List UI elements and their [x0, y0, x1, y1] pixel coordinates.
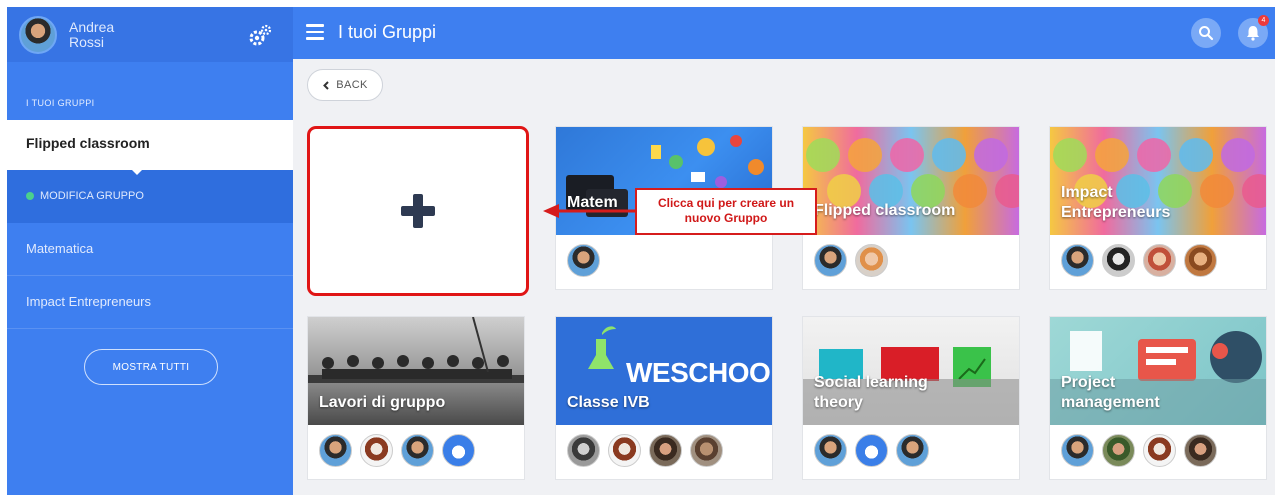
- edit-group-label: MODIFICA GRUPPO: [40, 190, 144, 202]
- app-frame: Andrea Rossi I TUOI GRUPPI Flipped class…: [7, 7, 1275, 495]
- search-icon: [1199, 26, 1214, 41]
- member-avatar: [319, 434, 352, 467]
- group-title: Classe IVB: [567, 394, 650, 411]
- sidebar-item-impact-entrepreneurs[interactable]: Impact Entrepreneurs: [7, 276, 293, 329]
- group-cover: Impact Entrepreneurs: [1050, 127, 1266, 235]
- status-dot-icon: [26, 192, 34, 200]
- member-avatar: [608, 434, 641, 467]
- plus-icon: [401, 194, 435, 228]
- member-avatar: [401, 434, 434, 467]
- callout-line2: nuovo Gruppo: [684, 211, 768, 225]
- settings-gear-icon[interactable]: [248, 24, 272, 48]
- group-title-line1: Social learning: [814, 374, 928, 391]
- sidebar-section-label: I TUOI GRUPPI: [26, 98, 95, 108]
- group-title-line2: theory: [814, 394, 863, 411]
- group-title: Lavori di gruppo: [319, 394, 446, 411]
- member-avatar: [360, 434, 393, 467]
- member-avatar: [567, 244, 600, 277]
- callout-line1: Clicca qui per creare un: [657, 196, 795, 210]
- group-cover: Project management: [1050, 317, 1266, 425]
- back-label: BACK: [336, 79, 368, 91]
- member-avatar: [814, 244, 847, 277]
- member-avatar: [1184, 244, 1217, 277]
- weschool-banner: WESCHOO: [626, 357, 771, 388]
- group-title: Social learning theory: [814, 373, 928, 413]
- menu-icon[interactable]: [306, 24, 324, 40]
- show-all-button[interactable]: MOSTRA TUTTI: [84, 349, 218, 385]
- group-title-line2: management: [1061, 394, 1160, 411]
- group-card-social-learning-theory[interactable]: Social learning theory: [802, 316, 1020, 480]
- group-title: Project management: [1061, 373, 1160, 413]
- group-title-line1: Project: [1061, 374, 1116, 391]
- user-last-name: Rossi: [69, 33, 105, 50]
- group-title: Impact Entrepreneurs: [1061, 183, 1170, 223]
- member-avatar: [1184, 434, 1217, 467]
- chevron-left-icon: [323, 80, 329, 90]
- group-card-lavori-di-gruppo[interactable]: Lavori di gruppo: [307, 316, 525, 480]
- user-first-name: Andrea: [69, 18, 115, 35]
- member-avatars: [814, 244, 896, 277]
- group-title: Flipped classroom: [814, 202, 956, 219]
- member-avatar: [567, 434, 600, 467]
- back-button[interactable]: BACK: [307, 69, 383, 101]
- group-cover: WESCHOO Classe IVB: [556, 317, 772, 425]
- member-avatar: [1102, 434, 1135, 467]
- sidebar-item-flipped-classroom[interactable]: Flipped classroom: [7, 120, 293, 170]
- group-title-line1: Impact: [1061, 184, 1113, 201]
- arrow-left-icon: [543, 204, 637, 218]
- page-title: I tuoi Gruppi: [338, 22, 437, 42]
- create-group-card[interactable]: [307, 126, 529, 296]
- member-avatars: [1061, 244, 1225, 277]
- member-avatar: [855, 434, 888, 467]
- group-card-classe-ivb[interactable]: WESCHOO Classe IVB: [555, 316, 773, 480]
- member-avatar: [1061, 434, 1094, 467]
- group-card-impact-entrepreneurs[interactable]: Impact Entrepreneurs: [1049, 126, 1267, 290]
- group-title-line2: Entrepreneurs: [1061, 204, 1171, 221]
- member-avatars: [814, 434, 937, 467]
- member-avatar: [1061, 244, 1094, 277]
- member-avatar: [1143, 434, 1176, 467]
- notification-badge: 4: [1258, 15, 1269, 26]
- top-bar: I tuoi Gruppi 4: [293, 7, 1275, 59]
- group-card-project-management[interactable]: Project management: [1049, 316, 1267, 480]
- group-card-flipped-classroom[interactable]: Flipped classroom: [802, 126, 1020, 290]
- edit-group-link[interactable]: MODIFICA GRUPPO: [7, 169, 293, 223]
- member-avatars: [567, 244, 608, 277]
- bell-icon: [1247, 26, 1259, 41]
- avatar: [19, 15, 57, 54]
- member-avatars: [319, 434, 483, 467]
- group-cover: Flipped classroom: [803, 127, 1019, 235]
- member-avatar: [442, 434, 475, 467]
- member-avatar: [1102, 244, 1135, 277]
- member-avatar: [814, 434, 847, 467]
- sidebar-item-matematica[interactable]: Matematica: [7, 223, 293, 276]
- member-avatars: [567, 434, 731, 467]
- member-avatar: [690, 434, 723, 467]
- user-name: Andrea Rossi: [69, 18, 115, 50]
- search-button[interactable]: [1191, 18, 1221, 48]
- group-cover: Lavori di gruppo: [308, 317, 524, 425]
- group-cover: Social learning theory: [803, 317, 1019, 425]
- member-avatar: [896, 434, 929, 467]
- notifications-button[interactable]: 4: [1238, 15, 1269, 48]
- create-group-callout: Clicca qui per creare un nuovo Gruppo: [635, 188, 817, 235]
- sidebar: Andrea Rossi I TUOI GRUPPI Flipped class…: [7, 7, 293, 495]
- member-avatar: [855, 244, 888, 277]
- member-avatars: [1061, 434, 1225, 467]
- member-avatar: [649, 434, 682, 467]
- member-avatar: [1143, 244, 1176, 277]
